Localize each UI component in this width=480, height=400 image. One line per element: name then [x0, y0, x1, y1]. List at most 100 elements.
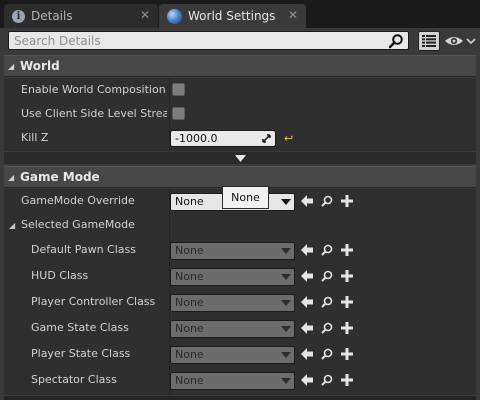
- game-mode-properties: GameMode Override None ◢ Selected GameMo…: [4, 189, 476, 395]
- use-selected-asset-button[interactable]: [300, 269, 314, 283]
- browse-asset-button[interactable]: [320, 295, 334, 309]
- kill-z-value: -1000.0: [175, 132, 218, 145]
- spectator-class-dropdown[interactable]: None: [170, 372, 295, 390]
- use-selected-asset-button[interactable]: [300, 321, 314, 335]
- property-label: Game State Class: [31, 321, 129, 334]
- magnifier-icon: [321, 348, 333, 360]
- hud-class-dropdown[interactable]: None: [170, 268, 295, 286]
- property-label: Kill Z: [21, 131, 49, 144]
- chevron-down-icon: [281, 199, 291, 205]
- chevron-down-icon: [466, 38, 476, 45]
- dropdown-value: None: [175, 322, 204, 335]
- use-selected-asset-button[interactable]: [300, 347, 314, 361]
- group-selected-gamemode[interactable]: ◢ Selected GameMode: [4, 213, 476, 238]
- tab-details[interactable]: i Details ✕: [4, 4, 158, 28]
- resize-drag-icon[interactable]: [262, 134, 271, 143]
- visibility-filter-button[interactable]: [444, 32, 476, 50]
- search-input[interactable]: [9, 32, 408, 49]
- create-new-button[interactable]: [340, 347, 354, 361]
- property-label: Player Controller Class: [31, 295, 156, 308]
- category-world[interactable]: ◢ World: [4, 55, 476, 77]
- property-label: Use Client Side Level Stream: [21, 107, 167, 120]
- details-panel: ◢ World Enable World Composition Use Cli…: [0, 28, 480, 400]
- arrow-left-icon: [301, 270, 313, 282]
- default-pawn-class-dropdown[interactable]: None: [170, 242, 295, 260]
- create-new-button[interactable]: [340, 373, 354, 387]
- chevron-down-icon: [281, 300, 291, 306]
- property-label: HUD Class: [31, 269, 89, 282]
- chevron-down-icon: [281, 378, 291, 384]
- close-icon[interactable]: ✕: [288, 8, 298, 22]
- create-new-button[interactable]: [340, 243, 354, 257]
- collapse-arrow-icon: ◢: [8, 172, 15, 182]
- advanced-expand-button[interactable]: [4, 152, 476, 164]
- create-new-button[interactable]: [340, 321, 354, 335]
- player-controller-class-dropdown[interactable]: None: [170, 294, 295, 312]
- property-row-game-state-class: Game State Class None: [4, 316, 476, 341]
- arrow-left-icon: [301, 374, 313, 386]
- property-row-spectator-class: Spectator Class None: [4, 368, 476, 393]
- plus-icon: [341, 348, 353, 360]
- info-icon: i: [12, 9, 25, 23]
- world-properties: Enable World Composition Use Client Side…: [4, 78, 476, 151]
- globe-icon: [167, 8, 182, 24]
- property-row-default-pawn-class: Default Pawn Class None: [4, 238, 476, 263]
- browse-asset-button[interactable]: [320, 269, 334, 283]
- enable-world-composition-checkbox[interactable]: [172, 83, 185, 96]
- list-view-icon: [422, 35, 436, 47]
- plus-icon: [341, 374, 353, 386]
- player-state-class-dropdown[interactable]: None: [170, 346, 295, 364]
- kill-z-input[interactable]: -1000.0: [170, 130, 276, 147]
- dropdown-value: None: [175, 374, 204, 387]
- property-label: Player State Class: [31, 347, 131, 360]
- tab-bar: i Details ✕ World Settings ✕: [0, 0, 480, 28]
- create-new-button[interactable]: [340, 194, 354, 208]
- use-selected-asset-button[interactable]: [300, 295, 314, 309]
- browse-asset-button[interactable]: [320, 321, 334, 335]
- property-label: Spectator Class: [31, 373, 117, 386]
- property-row-hud-class: HUD Class None: [4, 264, 476, 289]
- arrow-left-icon: [301, 244, 313, 256]
- browse-asset-button[interactable]: [320, 347, 334, 361]
- magnifier-icon: [321, 270, 333, 282]
- arrow-left-icon: [301, 195, 313, 207]
- plus-icon: [341, 195, 353, 207]
- use-selected-asset-button[interactable]: [300, 373, 314, 387]
- browse-asset-button[interactable]: [320, 243, 334, 257]
- create-new-button[interactable]: [340, 269, 354, 283]
- create-new-button[interactable]: [340, 295, 354, 309]
- property-row-player-controller-class: Player Controller Class None: [4, 290, 476, 315]
- search-icon[interactable]: [388, 33, 404, 49]
- plus-icon: [341, 322, 353, 334]
- view-options-button[interactable]: [418, 31, 440, 51]
- panel-bottom-edge: [4, 396, 476, 400]
- reset-to-default-icon[interactable]: ↩: [284, 132, 293, 145]
- plus-icon: [341, 296, 353, 308]
- collapse-arrow-icon: ◢: [8, 61, 15, 71]
- search-row: [0, 28, 480, 54]
- property-label: GameMode Override: [21, 194, 135, 207]
- use-selected-asset-button[interactable]: [300, 243, 314, 257]
- close-icon[interactable]: ✕: [140, 8, 150, 22]
- use-selected-asset-button[interactable]: [300, 194, 314, 208]
- dropdown-value: None: [175, 244, 204, 257]
- chevron-down-icon: [281, 274, 291, 280]
- game-state-class-dropdown[interactable]: None: [170, 320, 295, 338]
- tab-world-settings[interactable]: World Settings ✕: [159, 4, 306, 28]
- magnifier-icon: [321, 195, 333, 207]
- category-game-mode[interactable]: ◢ Game Mode: [4, 166, 476, 188]
- property-row-enable-world-composition: Enable World Composition: [4, 78, 476, 103]
- arrow-left-icon: [301, 322, 313, 334]
- category-title: World: [20, 59, 60, 73]
- dropdown-value: None: [175, 270, 204, 283]
- chevron-down-icon: [281, 326, 291, 332]
- tab-world-settings-label: World Settings: [188, 9, 276, 23]
- arrow-left-icon: [301, 348, 313, 360]
- property-label: Default Pawn Class: [31, 243, 136, 256]
- browse-asset-button[interactable]: [320, 194, 334, 208]
- use-client-side-level-streaming-checkbox[interactable]: [172, 107, 185, 120]
- magnifier-icon: [321, 374, 333, 386]
- dropdown-value: None: [175, 296, 204, 309]
- category-title: Game Mode: [20, 170, 100, 184]
- browse-asset-button[interactable]: [320, 373, 334, 387]
